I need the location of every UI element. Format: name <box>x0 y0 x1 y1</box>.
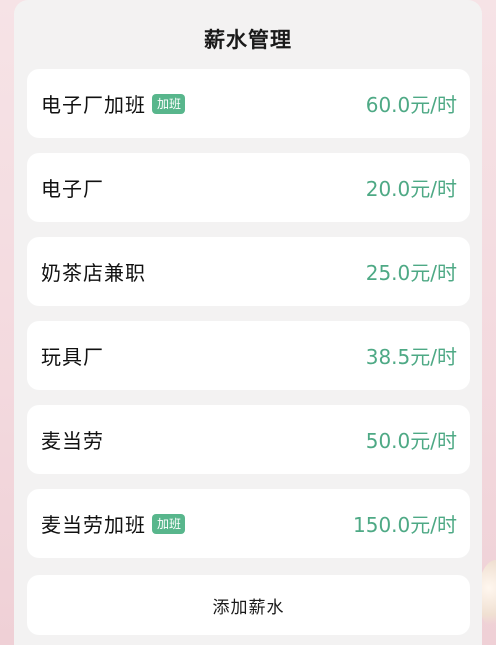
salary-name: 奶茶店兼职 <box>41 261 146 285</box>
salary-item-left: 玩具厂 <box>41 341 104 370</box>
salary-name: 麦当劳加班 <box>41 513 146 537</box>
salary-rate: 50.0元/时 <box>365 429 457 453</box>
salary-item[interactable]: 奶茶店兼职 25.0元/时 <box>27 237 470 306</box>
salary-item-left: 电子厂加班 加班 <box>41 89 186 118</box>
salary-item[interactable]: 电子厂加班 加班 60.0元/时 <box>27 69 470 138</box>
salary-rate: 25.0元/时 <box>365 261 457 285</box>
salary-item[interactable]: 麦当劳 50.0元/时 <box>27 405 470 474</box>
salary-rate: 38.5元/时 <box>365 345 457 369</box>
salary-name: 玩具厂 <box>41 345 104 369</box>
salary-item[interactable]: 电子厂 20.0元/时 <box>27 153 470 222</box>
salary-rate: 150.0元/时 <box>353 513 457 537</box>
salary-name: 麦当劳 <box>41 429 104 453</box>
salary-item[interactable]: 麦当劳加班 加班 150.0元/时 <box>27 489 470 558</box>
add-salary-button[interactable]: 添加薪水 <box>27 575 470 635</box>
salary-rate: 20.0元/时 <box>365 177 457 201</box>
salary-item-left: 麦当劳加班 加班 <box>41 509 186 538</box>
salary-management-sheet: 薪水管理 电子厂加班 加班 60.0元/时 电子厂 20.0元/时 奶茶店兼职 … <box>14 0 482 645</box>
page-title: 薪水管理 <box>204 28 292 52</box>
overtime-badge: 加班 <box>152 513 186 534</box>
salary-item-left: 麦当劳 <box>41 425 104 454</box>
salary-item[interactable]: 玩具厂 38.5元/时 <box>27 321 470 390</box>
salary-item-left: 电子厂 <box>41 173 104 202</box>
salary-name: 电子厂 <box>41 177 104 201</box>
salary-item-left: 奶茶店兼职 <box>41 257 146 286</box>
salary-rate: 60.0元/时 <box>365 93 457 117</box>
overtime-badge: 加班 <box>152 93 186 114</box>
salary-list: 电子厂加班 加班 60.0元/时 电子厂 20.0元/时 奶茶店兼职 25.0元… <box>27 69 470 573</box>
salary-name: 电子厂加班 <box>41 93 146 117</box>
